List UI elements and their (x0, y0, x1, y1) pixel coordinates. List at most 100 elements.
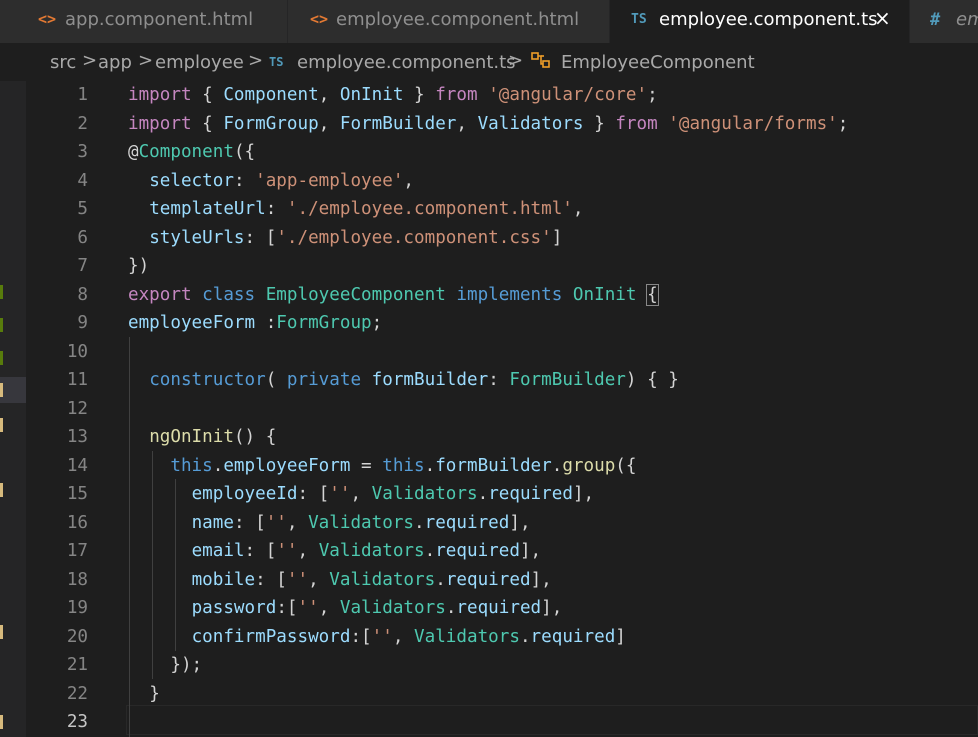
code-token: password (191, 598, 277, 618)
code-line[interactable]: 19 password:['', Validators.required], (26, 594, 978, 622)
code-token: FormGroup (276, 313, 372, 333)
code-line[interactable]: 10 (26, 338, 978, 366)
code-token: Validators (477, 114, 584, 134)
code-line[interactable]: 14 this.employeeForm = this.formBuilder.… (26, 452, 978, 480)
code-line[interactable]: 6 styleUrls: ['./employee.component.css'… (26, 224, 978, 252)
code-token: ngOnInit (149, 427, 234, 447)
code-token: Validators (371, 484, 478, 504)
code-token: from (615, 114, 658, 134)
code-token: { (191, 85, 224, 105)
code-token: '' (329, 484, 351, 504)
line-number: 7 (77, 256, 88, 276)
code-line[interactable]: 15 employeeId: ['', Validators.required]… (26, 480, 978, 508)
code-line[interactable]: 7}) (26, 252, 978, 280)
code-token: ], (519, 541, 542, 561)
code-text: }) (128, 252, 149, 280)
code-token: '@angular/core' (488, 85, 648, 105)
code-line[interactable]: 20 confirmPassword:['', Validators.requi… (26, 623, 978, 651)
code-text: } (128, 680, 160, 708)
code-line[interactable]: 5 templateUrl: './employee.component.htm… (26, 195, 978, 223)
breadcrumb-item-app[interactable]: app (98, 52, 132, 73)
code-token: . (212, 456, 224, 476)
code-text: this.employeeForm = this.formBuilder.gro… (128, 452, 636, 480)
line-number: 15 (66, 484, 88, 504)
code-line[interactable]: 3 @Component({ (26, 138, 978, 166)
code-line[interactable]: 21 }); (26, 651, 978, 679)
code-token: ( (265, 370, 287, 390)
tab-employee-component-html[interactable]: <> employee.component.html (288, 0, 610, 43)
code-token: ; (647, 85, 658, 105)
code-token: templateUrl (149, 199, 266, 219)
git-change-marker (0, 418, 3, 432)
line-number: 21 (66, 655, 88, 675)
code-token: '' (286, 570, 309, 590)
code-line[interactable]: 1 import { Component, OnInit } from '@ang… (26, 81, 978, 109)
line-number: 20 (66, 627, 88, 647)
code-token: name (191, 513, 234, 533)
code-line[interactable]: 18 mobile: ['', Validators.required], (26, 566, 978, 594)
code-token: class (202, 285, 256, 305)
code-line[interactable]: 9 employeeForm :FormGroup; (26, 309, 978, 337)
breadcrumb-item-src[interactable]: src (50, 52, 76, 73)
code-token: , (318, 85, 340, 105)
code-line[interactable]: 13 ngOnInit() { (26, 423, 978, 451)
code-text: selector: 'app-employee', (128, 167, 414, 195)
code-line[interactable]: 12 (26, 395, 978, 423)
close-icon[interactable]: × (874, 6, 891, 30)
code-token: selector (149, 171, 234, 191)
code-line[interactable]: 22 } (26, 680, 978, 708)
git-change-marker (0, 318, 3, 332)
tab-employee-component-ts[interactable]: TS employee.component.ts × (610, 0, 910, 43)
git-change-marker (0, 383, 3, 397)
explorer-strip (0, 43, 26, 737)
tab-employee-component-css[interactable]: # em (910, 0, 978, 43)
code-token: () { (233, 427, 277, 447)
git-change-marker (0, 351, 3, 365)
code-token: EmployeeComponent (265, 285, 446, 305)
editor-tab-bar: <> app.component.html <> employee.compon… (0, 0, 978, 43)
code-line[interactable]: 16 name: ['', Validators.required], (26, 509, 978, 537)
code-token: required (456, 598, 542, 618)
line-number: 11 (66, 370, 88, 390)
line-number: 16 (66, 513, 88, 533)
code-line[interactable]: 2 import { FormGroup, FormBuilder, Valida… (26, 110, 978, 138)
code-token: . (445, 598, 457, 618)
css-file-icon: # (930, 10, 941, 30)
code-line[interactable]: 17 email: ['', Validators.required], (26, 537, 978, 565)
code-token: './employee.component.css' (276, 228, 552, 248)
chevron-right-icon: > (138, 50, 154, 71)
breadcrumb-item-employee[interactable]: employee (155, 52, 244, 73)
code-token: . (424, 541, 436, 561)
line-number: 8 (77, 285, 88, 305)
code-token: :[ (350, 627, 372, 647)
code-line[interactable]: 11 constructor( private formBuilder: For… (26, 366, 978, 394)
tab-app-component-html[interactable]: <> app.component.html (0, 0, 288, 43)
code-line[interactable]: 8 export class EmployeeComponent implemen… (26, 281, 978, 309)
code-token: , (286, 513, 309, 533)
code-token: . (414, 513, 425, 533)
code-token: ], (541, 598, 563, 618)
breadcrumb-item-file[interactable]: employee.component.ts (297, 52, 516, 73)
breadcrumb-item-class[interactable]: EmployeeComponent (561, 52, 755, 73)
code-token: OnInit (339, 85, 404, 105)
code-token: required (424, 513, 510, 533)
code-token: . (519, 627, 531, 647)
code-token: : (255, 313, 277, 333)
code-line[interactable]: 23 (26, 708, 978, 736)
code-line[interactable]: 4 selector: 'app-employee', (26, 167, 978, 195)
code-editor[interactable]: 1 import { Component, OnInit } from '@ang… (26, 81, 978, 737)
tab-label: app.component.html (65, 9, 254, 30)
line-number: 18 (66, 570, 88, 590)
code-token: , (572, 199, 584, 219)
code-text: name: ['', Validators.required], (128, 509, 531, 537)
git-change-marker (0, 285, 3, 299)
